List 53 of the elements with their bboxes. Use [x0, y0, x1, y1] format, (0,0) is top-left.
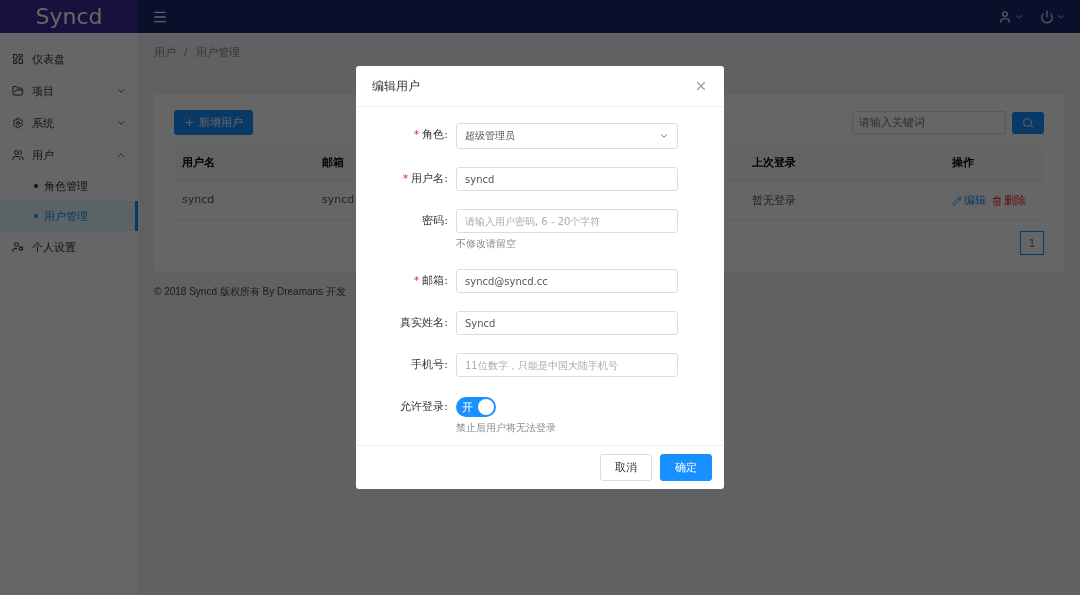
folder-icon	[12, 85, 24, 97]
input-field[interactable]: syncd@syncd.cc	[456, 269, 678, 293]
sidebar-item[interactable]: 个人设置	[0, 231, 138, 263]
sidebar-subitem[interactable]: 用户管理	[0, 201, 138, 231]
gear-icon	[12, 117, 24, 129]
delete-link[interactable]: 删除	[992, 189, 1026, 212]
plus-icon	[184, 117, 195, 128]
field-label: 角色:	[422, 127, 448, 143]
input-field[interactable]: Syncd	[456, 311, 678, 335]
close-icon	[694, 79, 708, 93]
field-label: 邮箱:	[422, 273, 448, 289]
chevron-icon	[116, 86, 126, 96]
power-icon[interactable]	[1040, 9, 1054, 24]
required-mark: *	[413, 127, 420, 143]
sidebar-item[interactable]: 用户	[0, 139, 138, 171]
search-icon	[1022, 116, 1034, 129]
sidebar-item[interactable]: 仪表盘	[0, 43, 138, 75]
field-label: 允许登录:	[400, 399, 448, 415]
user-icon[interactable]	[998, 9, 1012, 24]
field-label: 手机号:	[411, 357, 448, 373]
logo: Syncd	[0, 0, 138, 33]
role-select[interactable]: 超级管理员	[456, 123, 678, 149]
field-hint: 禁止后用户将无法登录	[456, 421, 557, 435]
chevron-icon	[116, 150, 126, 160]
search-button[interactable]	[1012, 111, 1044, 134]
dashboard-icon	[12, 53, 24, 65]
footer-text: © 2018 Syncd 版权所有 By Dreamans 开发	[154, 285, 347, 299]
table-cell: syncd	[174, 181, 314, 221]
input-field[interactable]: syncd	[456, 167, 678, 191]
add-user-button[interactable]: 新增用户	[174, 110, 253, 135]
pencil-icon	[952, 195, 962, 206]
input-field[interactable]: 11位数字，只能是中国大陆手机号	[456, 353, 678, 377]
toggle-switch[interactable]: 开	[456, 397, 496, 417]
user-cog-icon	[12, 241, 24, 253]
dialog-title: 编辑用户	[372, 77, 420, 95]
table-cell: 暂无登录	[744, 181, 944, 221]
field-hint: 不修改请留空	[456, 237, 517, 251]
page-button[interactable]: 1	[1020, 231, 1044, 255]
field-label: 真实姓名:	[400, 315, 448, 331]
required-mark: *	[413, 273, 420, 289]
users-icon	[12, 149, 24, 161]
caret-icon	[659, 131, 669, 141]
breadcrumb-separator: /	[184, 45, 188, 60]
sidebar-item[interactable]: 项目	[0, 75, 138, 107]
cancel-button[interactable]: 取消	[600, 454, 652, 481]
close-button[interactable]	[694, 79, 708, 93]
confirm-button[interactable]: 确定	[660, 454, 712, 481]
sidebar-item[interactable]: 系统	[0, 107, 138, 139]
sidebar-subitem[interactable]: 角色管理	[0, 171, 138, 201]
chevron-icon	[116, 118, 126, 128]
edit-link[interactable]: 编辑	[952, 189, 986, 212]
input-field[interactable]: 请输入用户密码, 6 - 20个字符	[456, 209, 678, 233]
trash-icon	[992, 195, 1002, 206]
